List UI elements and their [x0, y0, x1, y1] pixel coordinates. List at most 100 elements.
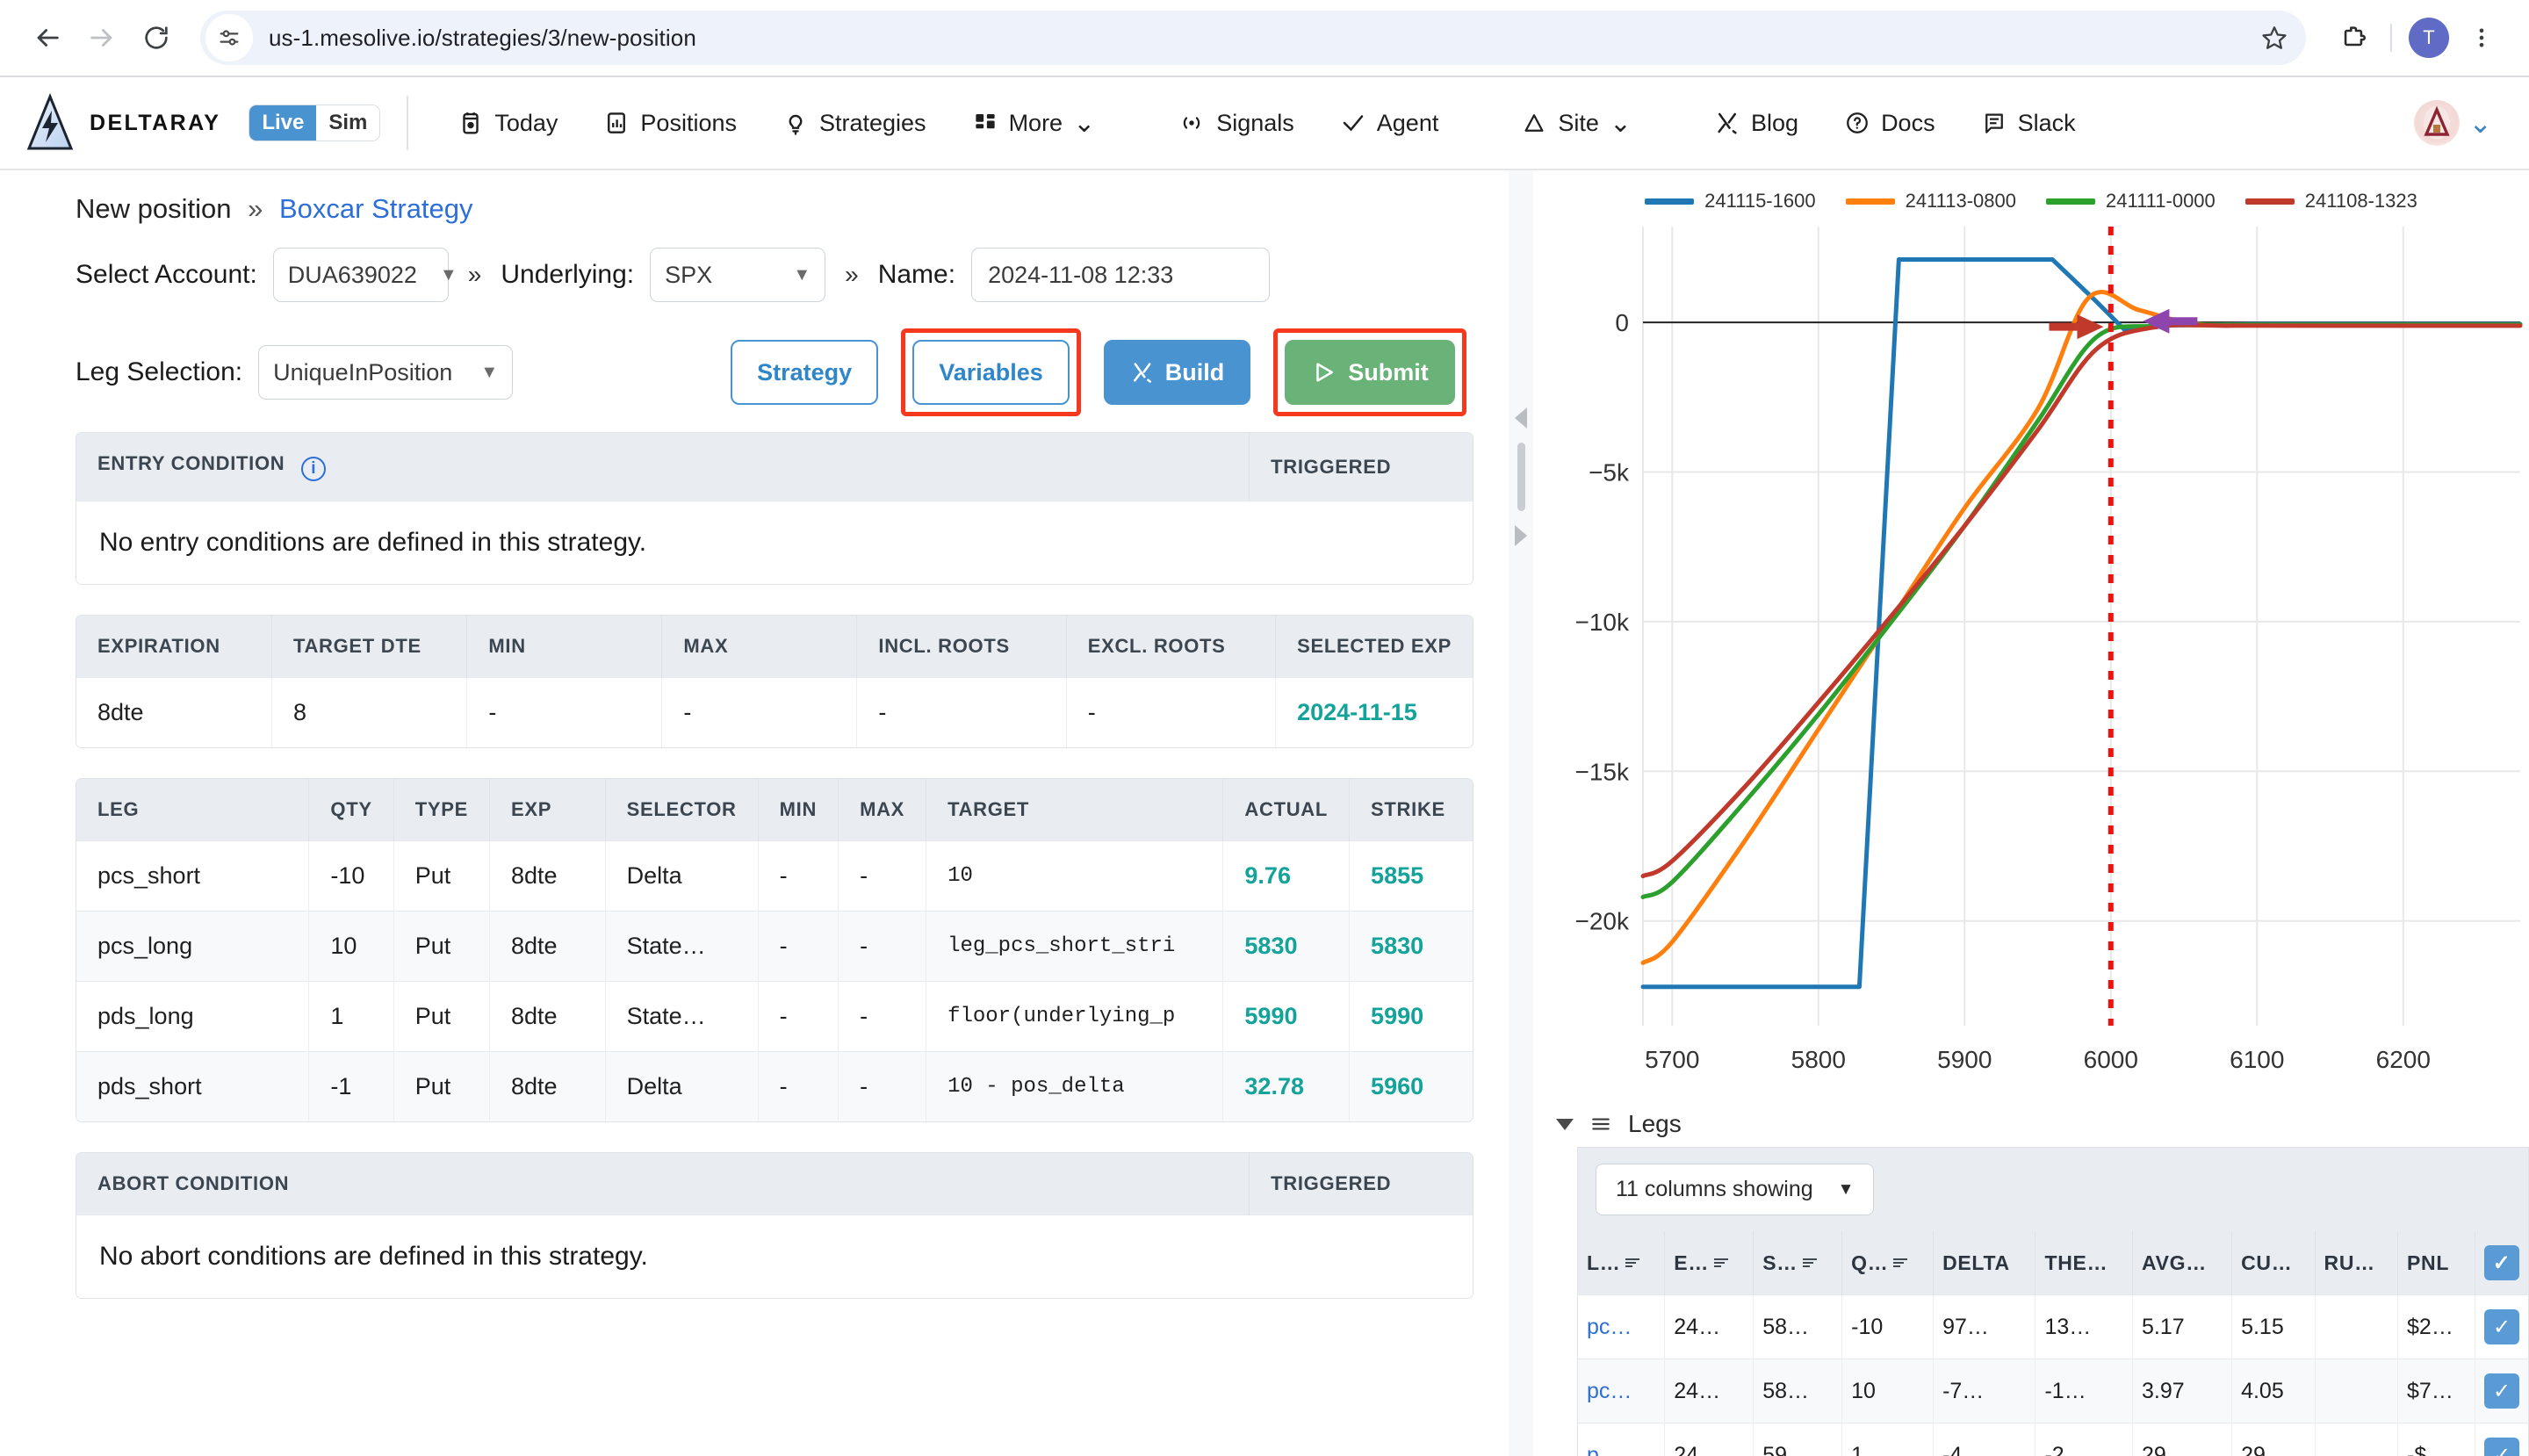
- select-all-checkbox[interactable]: ✓: [2484, 1245, 2519, 1280]
- splitter-grip[interactable]: [1517, 443, 1525, 511]
- submit-button-highlight: Submit: [1273, 328, 1466, 416]
- nav-label-slack: Slack: [2017, 109, 2076, 136]
- profile-button[interactable]: T: [2404, 13, 2453, 62]
- col-incl-roots: INCL. ROOTS: [856, 616, 1067, 678]
- address-bar[interactable]: us-1.mesolive.io/strategies/3/new-positi…: [200, 11, 2306, 65]
- pane-splitter[interactable]: [1509, 170, 1533, 1456]
- grid-col-delta[interactable]: DELTA: [1933, 1231, 2036, 1295]
- nav-item-today[interactable]: Today: [435, 110, 580, 137]
- payoff-chart[interactable]: 0 −5k −10k −15k −20k 5700 5800 5900 6000 6100 6200: [1533, 218, 2529, 1105]
- nav-label-site: Site: [1558, 109, 1599, 136]
- nav-item-positions[interactable]: Positions: [580, 110, 760, 137]
- avatar-chevron-down-icon[interactable]: ⌄: [2468, 109, 2492, 137]
- hamburger-icon[interactable]: [1588, 1113, 1614, 1135]
- entry-condition-header-row: ENTRY CONDITION i TRIGGERED: [76, 433, 1473, 501]
- legend-item-1[interactable]: 241113-0800: [1845, 190, 2016, 213]
- entry-condition-header: ENTRY CONDITION i: [76, 433, 1250, 501]
- cell-max: -: [661, 677, 858, 747]
- table-row[interactable]: pc… 24… 58… -10 97… 13… 5.17 5.15 $2… ✓: [1578, 1294, 2528, 1359]
- browser-menu-button[interactable]: [2457, 13, 2506, 62]
- abort-condition-message: No abort conditions are defined in this …: [76, 1215, 1473, 1298]
- row-checkbox[interactable]: ✓: [2484, 1309, 2519, 1344]
- brand[interactable]: DELTARAY: [25, 93, 243, 153]
- legend-item-0[interactable]: 241115-1600: [1645, 190, 1816, 213]
- entry-condition-message: No entry conditions are defined in this …: [76, 501, 1473, 584]
- strategy-button[interactable]: Strategy: [731, 340, 879, 405]
- svg-text:6000: 6000: [2084, 1046, 2138, 1073]
- grid-col-leg[interactable]: L…: [1578, 1231, 1666, 1295]
- grid-col-run[interactable]: RU…: [2315, 1231, 2399, 1295]
- svg-text:5800: 5800: [1791, 1046, 1846, 1073]
- grid-col-cur[interactable]: CU…: [2231, 1231, 2316, 1295]
- nav-item-signals[interactable]: Signals: [1155, 110, 1317, 137]
- tools-icon: [1718, 112, 1737, 134]
- legs-panel-header: Legs: [1533, 1105, 2529, 1147]
- col-target: TARGET: [926, 779, 1224, 841]
- account-select[interactable]: DUA639022 ▼: [272, 248, 458, 302]
- mode-toggle[interactable]: Live Sim: [249, 105, 381, 141]
- table-row[interactable]: pc… 24… 58… 10 -7… -1… 3.97 4.05 $7… ✓: [1578, 1359, 2528, 1424]
- chat-lines-icon: [1985, 113, 2003, 133]
- row-checkbox[interactable]: ✓: [2484, 1373, 2519, 1409]
- grid-col-select-all[interactable]: ✓: [2475, 1231, 2528, 1295]
- grid-col-avg[interactable]: AVG…: [2132, 1231, 2233, 1295]
- grid-cell-run: [2315, 1359, 2399, 1424]
- grid-col-strike[interactable]: S…: [1753, 1231, 1843, 1295]
- info-icon[interactable]: i: [301, 457, 327, 481]
- nav-right: ⌄: [2414, 100, 2504, 146]
- legend-item-2[interactable]: 241111-0000: [2046, 190, 2216, 213]
- mode-live[interactable]: Live: [249, 105, 317, 141]
- grid-cell-qty: 1: [1841, 1423, 1935, 1456]
- nav-item-strategies[interactable]: Strategies: [760, 110, 949, 137]
- cell-exp: 8dte: [489, 911, 606, 982]
- triangle-down-icon[interactable]: [1556, 1118, 1574, 1130]
- forward-arrow-icon: [90, 29, 112, 47]
- legend-item-3[interactable]: 241108-1323: [2244, 190, 2417, 213]
- grid-cell-leg[interactable]: p…: [1578, 1423, 1666, 1456]
- collapse-right-icon[interactable]: [1515, 525, 1527, 546]
- grid-cell-exp: 24…: [1664, 1294, 1754, 1359]
- grid-col-qty[interactable]: Q…: [1841, 1231, 1935, 1295]
- grid-cell-cur: 4.05: [2231, 1359, 2316, 1424]
- nav-item-slack[interactable]: Slack: [1958, 110, 2099, 137]
- grid-col-theta[interactable]: THE…: [2035, 1231, 2134, 1295]
- underlying-select[interactable]: SPX ▼: [650, 248, 826, 302]
- variables-button[interactable]: Variables: [912, 340, 1070, 405]
- back-button[interactable]: [23, 13, 72, 62]
- table-row[interactable]: p… 24… 59… 1 -4… -2… 29… 29… -$… ✓: [1578, 1423, 2528, 1456]
- nav-item-docs[interactable]: Docs: [1821, 110, 1958, 137]
- nav-item-blog[interactable]: Blog: [1691, 110, 1821, 137]
- legend-label-1: 241113-0800: [1905, 190, 2016, 212]
- forward-button[interactable]: [77, 13, 126, 62]
- nav-item-agent[interactable]: Agent: [1317, 110, 1462, 137]
- build-button[interactable]: Build: [1103, 340, 1251, 405]
- collapse-left-icon[interactable]: [1515, 407, 1527, 429]
- bookmark-button[interactable]: [2252, 15, 2297, 61]
- cell-strike: 5855: [1349, 840, 1473, 912]
- extensions-button[interactable]: [2329, 13, 2378, 62]
- grid-col-exp[interactable]: E…: [1664, 1231, 1754, 1295]
- grid-col-pnl[interactable]: PNL: [2397, 1231, 2475, 1295]
- columns-showing-select[interactable]: 11 columns showing ▼: [1596, 1164, 1875, 1215]
- nav-label-positions: Positions: [640, 109, 737, 136]
- row-checkbox[interactable]: ✓: [2484, 1438, 2519, 1456]
- col-actual: ACTUAL: [1222, 779, 1351, 841]
- user-avatar[interactable]: [2414, 100, 2461, 146]
- legend-label-2: 241111-0000: [2106, 190, 2216, 212]
- reload-button[interactable]: [132, 13, 181, 62]
- grid-cell-leg[interactable]: pc…: [1578, 1294, 1666, 1359]
- mode-sim[interactable]: Sim: [316, 105, 380, 141]
- nav-item-site[interactable]: Site ⌄: [1498, 110, 1654, 137]
- name-input[interactable]: 2024-11-08 12:33: [971, 248, 1271, 302]
- legend-swatch-3: [2244, 198, 2295, 205]
- abort-condition-header: ABORT CONDITION: [76, 1153, 1250, 1215]
- leg-selection-select[interactable]: UniqueInPosition ▼: [258, 345, 514, 400]
- breadcrumb-strategy-link[interactable]: Boxcar Strategy: [279, 193, 473, 224]
- grid-cell-cur: 29…: [2231, 1423, 2316, 1456]
- site-settings-button[interactable]: [205, 14, 253, 61]
- grid-cell-leg[interactable]: pc…: [1578, 1359, 1666, 1424]
- grid-cell-select: ✓: [2475, 1359, 2528, 1424]
- submit-button[interactable]: Submit: [1285, 340, 1455, 405]
- nav-item-more[interactable]: More ⌄: [949, 110, 1119, 137]
- app-navbar: DELTARAY Live Sim Today Positions Strate…: [0, 77, 2529, 170]
